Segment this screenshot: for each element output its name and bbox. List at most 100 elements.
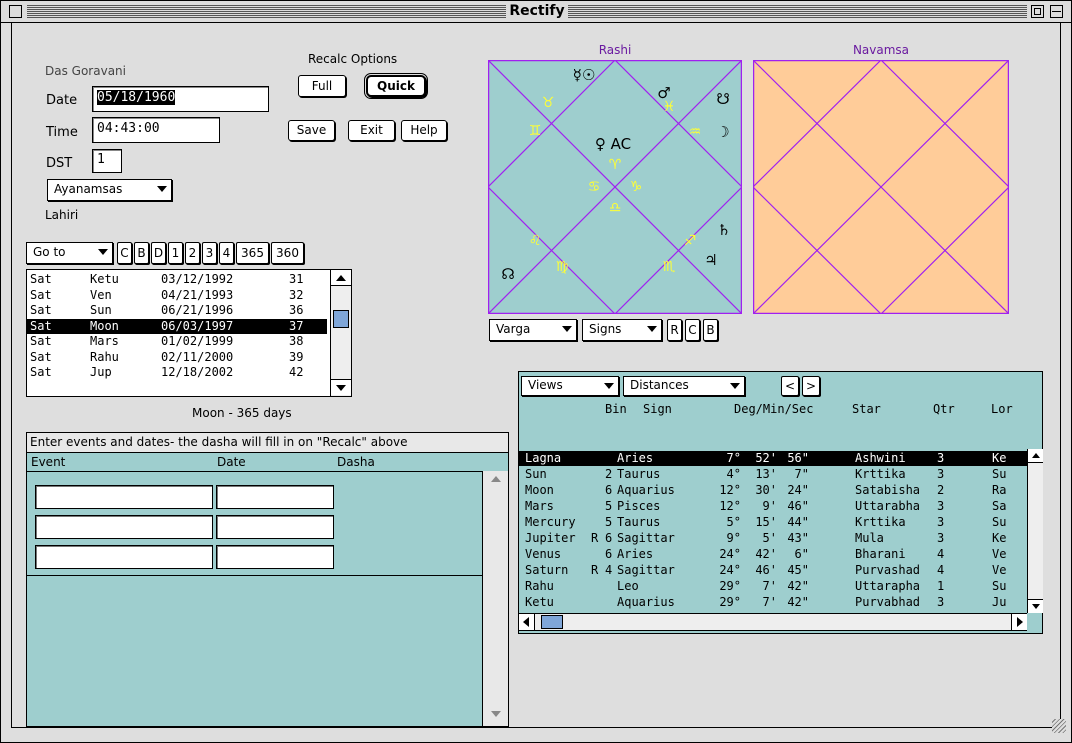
full-button[interactable]: Full — [298, 75, 346, 97]
ayanamsa-popup-label: Ayanamsas — [54, 182, 123, 196]
nav-button-2[interactable]: 2 — [185, 242, 200, 264]
varga-popup[interactable]: Varga — [489, 319, 577, 341]
nav-button-4[interactable]: 4 — [219, 242, 234, 264]
next-button[interactable]: > — [802, 376, 820, 396]
scroll-down-arrow-icon[interactable] — [331, 379, 351, 395]
header-qtr: Qtr — [933, 402, 955, 416]
goto-popup[interactable]: Go to — [26, 242, 113, 264]
planet-table-row[interactable]: Lagna Aries 7° 52' 56" Ashwini 3 Ke — [519, 451, 1027, 466]
scroll-down-arrow-icon[interactable] — [483, 706, 508, 726]
dasha-list-scrollbar[interactable] — [330, 270, 351, 396]
hscroll-thumb[interactable] — [541, 615, 563, 629]
planet-cell-lord: Ra — [992, 483, 1007, 497]
zoom-box-icon[interactable] — [1031, 5, 1044, 18]
planet-table-row[interactable]: Sun 2 Taurus 4° 13' 7" Krttika 3 Su — [519, 467, 1027, 482]
event-date-input-1[interactable] — [216, 485, 334, 509]
dasha-cell-maha: Sat — [30, 334, 52, 348]
content-area: Das Goravani Date 05/18/1960 Time 04:43:… — [11, 23, 1066, 733]
title-bar[interactable]: Rectify — [1, 1, 1071, 23]
planet-table-row[interactable]: Rahu Leo 29° 7' 42" Uttarapha 1 Su — [519, 579, 1027, 594]
planet-cell-retro: R — [591, 563, 599, 577]
dst-field[interactable]: 1 — [92, 149, 122, 173]
planet-cell-sign: Leo — [617, 579, 639, 593]
planet-cell-lord: Ke — [992, 531, 1007, 545]
planet-table-row[interactable]: Venus 6 Aries 24° 42' 6" Bharani 4 Ve — [519, 547, 1027, 562]
header-star: Star — [852, 402, 881, 416]
rashi-chart[interactable]: ♉ ♓ ♒ ♊ ♈ ♋ ♑ ♎ ♌ ♐ ♍ ♏ ☿☉ ♂ ☋ ♀ AC ☽ ♄ … — [487, 59, 743, 315]
planet-table-vscroll[interactable] — [1027, 449, 1043, 613]
dasha-list-row[interactable]: Sat Ketu 03/12/1992 31 — [27, 272, 327, 287]
planet-table-row[interactable]: Mars 5 Pisces 12° 9' 46" Uttarabha 3 Sa — [519, 499, 1027, 514]
planet-cell-star: Ashwini — [855, 451, 906, 465]
scroll-thumb[interactable] — [333, 310, 349, 328]
event-input-2[interactable] — [35, 515, 213, 539]
planet-table-row[interactable]: Moon 6 Aquarius 12° 30' 24" Satabisha 2 Ra — [519, 483, 1027, 498]
header-bin: Bin — [605, 402, 627, 416]
dasha-cell-age: 38 — [289, 334, 304, 348]
dasha-list[interactable]: Sat Ketu 03/12/1992 31 Sat Ven 04/21/1993 32 Sat… — [26, 269, 352, 397]
time-field[interactable]: 04:43:00 — [92, 117, 220, 143]
distances-popup[interactable]: Distances — [623, 376, 745, 396]
event-input-3[interactable] — [35, 545, 213, 569]
dasha-list-row[interactable]: Sat Ven 04/21/1993 32 — [27, 288, 327, 303]
rashi-planet-ketu: ☋ — [716, 90, 730, 108]
nav-button-365[interactable]: 365 — [236, 242, 269, 264]
planet-table: Views Distances < > Bin Sign Deg/Min/Sec… — [518, 371, 1043, 634]
planet-table-row[interactable]: Jupiter R 6 Sagittar 9° 5' 43" Mula 3 Ke — [519, 531, 1027, 546]
events-scrollbar[interactable] — [482, 471, 508, 726]
event-date-input-3[interactable] — [216, 545, 334, 569]
nav-button-b[interactable]: B — [134, 242, 149, 264]
planet-table-row[interactable]: Saturn R 4 Sagittar 24° 46' 45" Purvashad 4 Ve — [519, 563, 1027, 578]
planet-cell-sec: 42" — [787, 595, 809, 609]
prev-button[interactable]: < — [781, 376, 799, 396]
nav-row: Go to C B D 1 2 3 4 365 360 — [26, 242, 356, 264]
nav-button-3[interactable]: 3 — [202, 242, 217, 264]
dasha-list-row[interactable]: Sat Rahu 02/11/2000 39 — [27, 350, 327, 365]
nav-button-1[interactable]: 1 — [168, 242, 183, 264]
event-date-input-2[interactable] — [216, 515, 334, 539]
views-popup[interactable]: Views — [521, 376, 619, 396]
dasha-list-row[interactable]: Sat Sun 06/21/1996 36 — [27, 303, 327, 318]
planet-table-row[interactable]: Mercury 5 Taurus 5° 15' 44" Krttika 3 Su — [519, 515, 1027, 530]
scroll-right-arrow-icon[interactable] — [1011, 614, 1027, 630]
dasha-list-row[interactable]: Sat Mars 01/02/1999 38 — [27, 334, 327, 349]
event-input-1[interactable] — [35, 485, 213, 509]
dasha-list-row[interactable]: Sat Jup 12/18/2002 42 — [27, 365, 327, 380]
scroll-up-arrow-icon[interactable] — [331, 270, 351, 286]
collapse-box-icon[interactable] — [1050, 5, 1063, 18]
nav-button-360[interactable]: 360 — [271, 242, 304, 264]
help-button[interactable]: Help — [401, 120, 447, 141]
scroll-up-arrow-icon[interactable] — [483, 471, 508, 491]
close-box-icon[interactable] — [9, 5, 22, 18]
chevron-down-icon — [604, 383, 614, 389]
planet-cell-bin: 2 — [605, 467, 613, 481]
save-button[interactable]: Save — [288, 120, 335, 141]
planet-cell-lord: Ve — [992, 547, 1007, 561]
planet-cell-star: Uttarapha — [855, 579, 921, 593]
chart-button-r[interactable]: R — [667, 319, 682, 341]
nav-button-d[interactable]: D — [151, 242, 166, 264]
ayanamsa-popup[interactable]: Ayanamsas — [47, 179, 172, 201]
exit-button[interactable]: Exit — [348, 120, 395, 141]
period-info: Moon - 365 days — [192, 406, 292, 420]
signs-popup[interactable]: Signs — [582, 319, 662, 341]
signs-label: Signs — [589, 322, 622, 336]
quick-button[interactable]: Quick — [364, 73, 428, 99]
chart-button-b[interactable]: B — [703, 319, 718, 341]
scroll-up-arrow-icon[interactable] — [1028, 449, 1043, 463]
chevron-down-icon — [730, 383, 740, 389]
grow-box-icon[interactable] — [1052, 719, 1066, 733]
planet-table-row[interactable]: Ketu Aquarius 29° 7' 42" Purvabhad 3 Ju — [519, 595, 1027, 610]
events-header-divider — [27, 471, 482, 472]
planet-cell-deg: 24° — [719, 547, 741, 561]
planet-cell-planet: Venus — [525, 547, 562, 561]
date-field[interactable]: 05/18/1960 — [92, 86, 269, 112]
chart-button-c[interactable]: C — [685, 319, 700, 341]
nav-button-c[interactable]: C — [117, 242, 132, 264]
planet-cell-deg: 29° — [719, 595, 741, 609]
navamsa-chart[interactable] — [752, 59, 1010, 315]
dasha-list-row[interactable]: Sat Moon 06/03/1997 37 — [27, 318, 327, 334]
scroll-down-arrow-icon[interactable] — [1028, 599, 1043, 613]
planet-table-hscroll[interactable] — [519, 613, 1027, 631]
scroll-left-arrow-icon[interactable] — [519, 614, 535, 630]
